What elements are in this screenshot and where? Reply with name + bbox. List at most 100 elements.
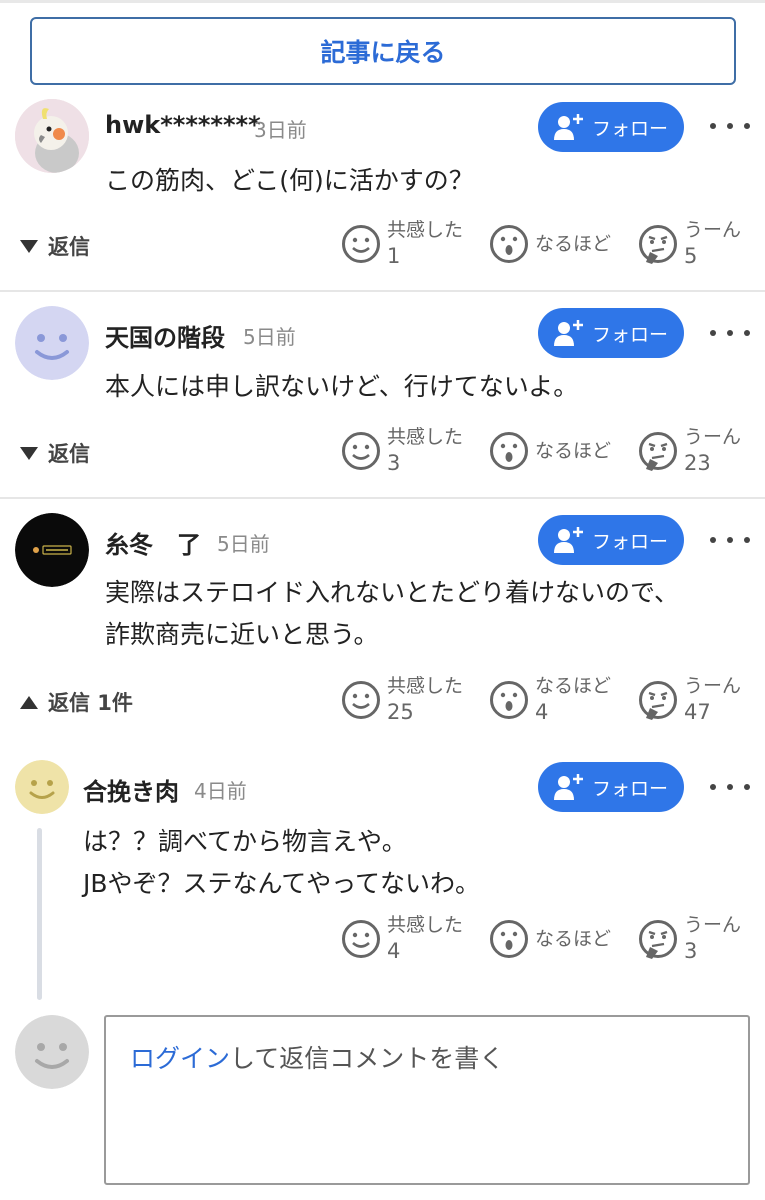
add-user-icon [553,114,583,140]
reaction-count: 3 [387,451,401,475]
follow-label: フォロー [591,117,668,140]
reaction-naruhodo-button[interactable]: なるほど 4 [489,674,611,726]
dark-logo-avatar-icon [15,513,89,587]
surprised-face-icon [490,225,528,263]
reaction-uun-button[interactable]: うーん 47 [638,674,741,726]
reaction-label: なるほど [535,928,612,950]
collapse-up-icon [20,695,38,709]
reaction-label: なるほど [535,675,612,697]
smile-face-icon [342,432,380,470]
login-prompt-rest: して返信コメントを書く [230,1044,505,1073]
add-user-icon [553,774,583,800]
thinking-face-icon [639,920,677,959]
reaction-count: 23 [684,451,711,475]
login-link[interactable]: ログイン [130,1044,230,1073]
cockatiel-avatar-icon [15,99,89,173]
default-avatar-icon [15,306,89,380]
reaction-uun-button[interactable]: うーん 23 [638,425,741,477]
more-options-icon[interactable] [710,525,750,555]
reaction-count: 3 [684,939,698,963]
top-divider [0,0,765,3]
expand-down-icon [20,239,38,253]
reaction-empathy-button[interactable]: 共感した 4 [341,913,463,965]
reply-time: 4日前 [194,779,247,803]
reaction-label: うーん [684,219,742,241]
reply-text-line: は？？調べてから物言えや。 [83,827,407,856]
reaction-label: 共感した [387,914,464,936]
reply-thread-line [37,828,42,1000]
avatar[interactable] [15,513,89,587]
reaction-label: うーん [684,914,742,936]
reaction-count: 47 [684,700,711,724]
reaction-count: 1 [387,244,401,268]
avatar[interactable] [15,99,89,173]
follow-button[interactable]: フォロー [538,308,684,358]
smile-face-icon [342,225,380,263]
reaction-label: 共感した [387,426,464,448]
smile-face-icon [342,920,380,958]
comment-username[interactable]: 天国の階段 [105,318,225,353]
more-options-icon[interactable] [710,111,750,141]
reaction-label: うーん [684,675,742,697]
reaction-label: なるほど [535,440,612,462]
reply-text-line: JBやぞ？ステなんてやってないわ。 [83,869,481,898]
login-prompt: ログインして返信コメントを書く [130,1039,504,1075]
reaction-uun-button[interactable]: うーん 3 [638,913,741,965]
reaction-count: 5 [684,244,698,268]
default-avatar-icon [15,1015,89,1089]
surprised-face-icon [490,432,528,470]
current-user-avatar [15,1015,89,1089]
comment-time: 5日前 [217,532,270,556]
comment-time: 5日前 [243,325,296,349]
reply-label: 返信 1件 [48,691,133,715]
comment-text-line: 実際はステロイド入れないとたどり着けないので、 [105,578,680,607]
reaction-label: 共感した [387,675,464,697]
follow-button[interactable]: フォロー [538,762,684,812]
reply-comment-box[interactable]: ログインして返信コメントを書く [104,1015,750,1185]
reaction-label: 共感した [387,219,464,241]
comment-time: 3日前 [254,118,307,142]
thinking-face-icon [639,225,677,264]
add-user-icon [553,527,583,553]
reaction-naruhodo-button[interactable]: なるほど [489,425,611,471]
back-to-article-button[interactable]: 記事に戻る [30,17,736,85]
follow-button[interactable]: フォロー [538,102,684,152]
more-options-icon[interactable] [710,318,750,348]
follow-label: フォロー [591,777,668,800]
follow-button[interactable]: フォロー [538,515,684,565]
reply-toggle[interactable]: 返信 [20,231,90,261]
reaction-empathy-button[interactable]: 共感した 25 [341,674,463,726]
thinking-face-icon [639,432,677,471]
reaction-uun-button[interactable]: うーん 5 [638,218,741,270]
reaction-naruhodo-button[interactable]: なるほど [489,218,611,264]
avatar[interactable] [15,306,89,380]
reply-toggle[interactable]: 返信 1件 [20,687,133,717]
comment-text: 本人には申し訳ないけど、行けてないよ。 [105,372,579,401]
reply-label: 返信 [48,235,90,259]
more-options-icon[interactable] [710,772,750,802]
reply-toggle[interactable]: 返信 [20,438,90,468]
reaction-count: 4 [387,939,401,963]
smile-face-icon [342,681,380,719]
reaction-empathy-button[interactable]: 共感した 3 [341,425,463,477]
reaction-empathy-button[interactable]: 共感した 1 [341,218,463,270]
default-avatar-icon [15,760,69,814]
avatar[interactable] [15,760,69,814]
reaction-count: 25 [387,700,414,724]
follow-label: フォロー [591,530,668,553]
comment-divider [0,497,765,499]
reply-username[interactable]: 合挽き肉 [83,772,179,807]
comment-text: この筋肉、どこ(何)に活かすの？ [105,166,474,195]
comment-username[interactable]: 糸冬 了 [105,525,201,560]
comment-divider [0,290,765,292]
comment-username[interactable]: hwk******** [105,111,261,139]
reaction-naruhodo-button[interactable]: なるほど [489,913,611,959]
add-user-icon [553,320,583,346]
comment-text-line: 詐欺商売に近いと思う。 [105,620,379,649]
reaction-count: 4 [535,700,549,724]
surprised-face-icon [490,681,528,719]
follow-label: フォロー [591,323,668,346]
reply-label: 返信 [48,442,90,466]
reaction-label: なるほど [535,233,612,255]
reaction-label: うーん [684,426,742,448]
